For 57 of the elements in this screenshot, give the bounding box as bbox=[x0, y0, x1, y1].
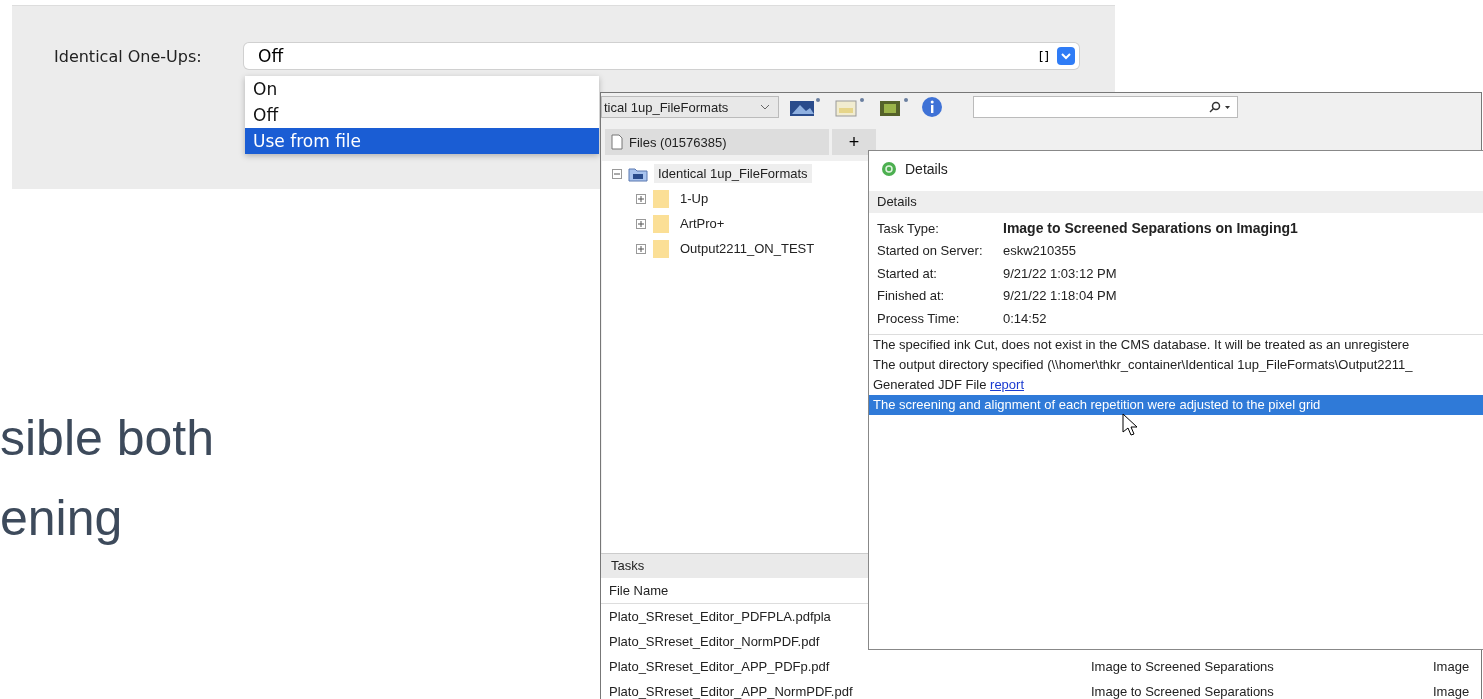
table-cell-text: Plato_SRreset_Editor_PDFPLA.pdfpla bbox=[609, 608, 832, 626]
section-header: Details bbox=[869, 191, 1483, 213]
tree-item[interactable]: 1-Up bbox=[676, 189, 713, 208]
files-tab[interactable]: Files (01576385) bbox=[605, 129, 829, 155]
mouse-pointer-icon bbox=[1122, 413, 1138, 437]
add-tab-button[interactable]: + bbox=[832, 129, 876, 155]
report-link[interactable]: report bbox=[990, 376, 1025, 392]
dropdown-option[interactable]: Off bbox=[245, 102, 599, 128]
dropdown-option[interactable]: On bbox=[245, 76, 599, 102]
field-label: Finished at: bbox=[877, 288, 946, 304]
caret-icon bbox=[760, 104, 770, 110]
file-icon bbox=[611, 134, 623, 150]
table-cell-text: Plato_SRreset_Editor_APP_NormPDF.pdf bbox=[609, 683, 854, 699]
message-text: Generated JDF File bbox=[873, 376, 987, 392]
folder-icon bbox=[652, 238, 670, 259]
info-icon[interactable] bbox=[921, 96, 943, 118]
dropdown-field[interactable]: Off [] bbox=[244, 43, 1079, 69]
popup-title: Details bbox=[905, 161, 948, 177]
table-cell-text: Image bbox=[1433, 683, 1470, 699]
expand-icon[interactable] bbox=[636, 193, 646, 204]
folder-icon bbox=[652, 188, 670, 209]
message-text[interactable]: The output directory specified (\\homer\thkr_container\Identical 1up_FileFormats\Output2211_ bbox=[869, 354, 1483, 375]
chevron-down-icon bbox=[1057, 47, 1075, 65]
slide-text: sible both bbox=[0, 409, 215, 468]
image-icon[interactable] bbox=[789, 96, 823, 118]
folder-icon bbox=[628, 165, 648, 182]
message-text[interactable]: The screening and alignment of each repetition were adjusted to the pixel grid bbox=[869, 394, 1483, 415]
field-value: 0:14:52 bbox=[1003, 310, 1047, 326]
picture-icon[interactable] bbox=[877, 96, 911, 118]
slide-text: ening bbox=[0, 489, 123, 548]
table-cell-text: Plato_SRreset_Editor_APP_PDFp.pdf bbox=[609, 658, 831, 676]
field-label: Started on Server: bbox=[877, 243, 984, 259]
table-cell-text: Image to Screened Separations bbox=[1091, 658, 1275, 676]
field-value: 9/21/22 1:18:04 PM bbox=[1003, 288, 1117, 304]
dropdown-option[interactable]: Use from file bbox=[245, 128, 599, 154]
tree-item[interactable]: Identical 1up_FileFormats bbox=[654, 164, 812, 183]
search-field[interactable] bbox=[973, 96, 1238, 118]
field-value: Image to Screened Separations on Imaging1 bbox=[1003, 220, 1298, 237]
field-label: Identical One-Ups: bbox=[54, 46, 203, 66]
field-label: Task Type: bbox=[877, 220, 940, 236]
table-cell-text: Image to Screened Separations bbox=[1091, 683, 1275, 699]
field-label: Process Time: bbox=[877, 310, 961, 326]
expand-icon[interactable] bbox=[636, 218, 646, 229]
table-cell-text: Image bbox=[1433, 658, 1470, 676]
tree-item[interactable]: ArtPro+ bbox=[676, 214, 729, 233]
tree-item[interactable]: Output2211_ON_TEST bbox=[676, 239, 819, 258]
field-label: Started at: bbox=[877, 265, 938, 281]
table-cell-text: Plato_SRreset_Editor_NormPDF.pdf bbox=[609, 633, 821, 651]
search-icon bbox=[1209, 101, 1231, 113]
folder-icon bbox=[652, 213, 670, 234]
field-value: 9/21/22 1:03:12 PM bbox=[1003, 265, 1117, 281]
expand-icon[interactable] bbox=[636, 243, 646, 254]
location-dropdown[interactable]: tical 1up_FileFormats bbox=[601, 96, 779, 118]
status-circle-icon bbox=[881, 161, 897, 177]
message-text[interactable]: The specified ink Cut, does not exist in the CMS database. It will be treated as an unregistere bbox=[869, 334, 1483, 355]
collapse-icon[interactable] bbox=[612, 168, 622, 179]
field-value: eskw210355 bbox=[1003, 243, 1076, 259]
